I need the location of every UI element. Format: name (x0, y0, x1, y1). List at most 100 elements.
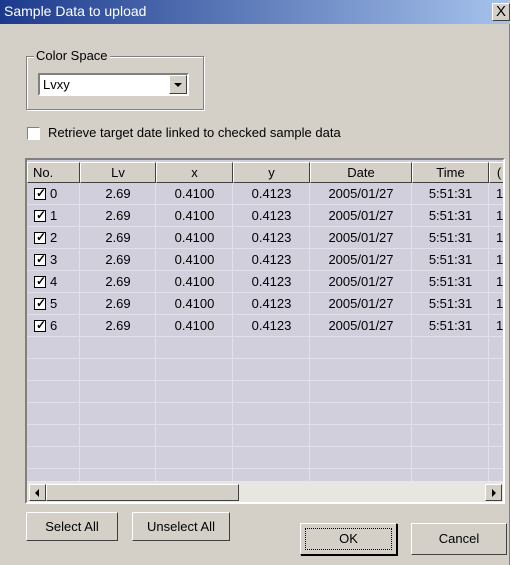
cell-no: 2 (50, 230, 58, 245)
check-icon: ✓ (36, 296, 47, 310)
cell-date: 2005/01/27 (328, 318, 394, 333)
cell-extra: 1 (496, 252, 504, 267)
grid-line (27, 336, 503, 337)
cell-date: 2005/01/27 (328, 274, 394, 289)
horizontal-scrollbar[interactable] (27, 481, 503, 502)
cell-no: 6 (50, 318, 58, 333)
grid-line (27, 248, 503, 249)
grid-line (27, 402, 503, 403)
cell-lv: 2.69 (105, 318, 131, 333)
cell-y: 0.4123 (251, 318, 292, 333)
close-button[interactable]: X (492, 3, 510, 21)
cell-y: 0.4123 (251, 274, 292, 289)
cell-y: 0.4123 (251, 208, 292, 223)
chevron-down-icon (174, 83, 182, 87)
title-bar[interactable]: Sample Data to upload (0, 0, 510, 24)
cell-y: 0.4123 (251, 230, 292, 245)
cell-date: 2005/01/27 (328, 296, 394, 311)
cell-x: 0.4100 (174, 318, 215, 333)
unselect-all-button[interactable]: Unselect All (132, 512, 230, 541)
cell-time: 5:51:31 (428, 230, 473, 245)
cell-y: 0.4123 (251, 252, 292, 267)
cell-extra: 1 (496, 318, 504, 333)
cell-x: 0.4100 (174, 230, 215, 245)
focus-rectangle (305, 528, 392, 550)
grid-line (27, 226, 503, 227)
ok-button[interactable]: OK (300, 523, 397, 555)
scrollbar-thumb[interactable] (46, 484, 239, 501)
row-checkbox[interactable]: ✓ (34, 230, 47, 244)
cell-time: 5:51:31 (428, 318, 473, 333)
cell-date: 2005/01/27 (328, 230, 394, 245)
cell-no: 0 (50, 186, 58, 201)
dropdown-arrow-button[interactable] (169, 75, 187, 94)
scroll-left-button[interactable] (29, 484, 46, 501)
cell-extra: 1 (496, 230, 504, 245)
column-header[interactable]: No. (27, 162, 80, 183)
cell-x: 0.4100 (174, 186, 215, 201)
window-title: Sample Data to upload (4, 3, 147, 19)
arrow-left-icon (35, 489, 39, 497)
cell-extra: 1 (496, 296, 504, 311)
color-space-selected-value: Lvxy (43, 77, 70, 92)
grid-line (27, 424, 503, 425)
cell-lv: 2.69 (105, 252, 131, 267)
row-checkbox[interactable]: ✓ (34, 296, 47, 310)
cell-lv: 2.69 (105, 186, 131, 201)
column-header[interactable]: Lv (80, 162, 156, 183)
check-icon: ✓ (36, 186, 47, 200)
column-header[interactable]: y (233, 162, 310, 183)
column-header[interactable]: ( (489, 162, 503, 183)
check-icon: ✓ (36, 208, 47, 222)
row-checkbox[interactable]: ✓ (34, 274, 47, 288)
row-checkbox[interactable]: ✓ (34, 252, 47, 266)
cell-y: 0.4123 (251, 186, 292, 201)
grid-line (27, 446, 503, 447)
cell-x: 0.4100 (174, 296, 215, 311)
arrow-right-icon (492, 489, 496, 497)
cell-time: 5:51:31 (428, 252, 473, 267)
cell-date: 2005/01/27 (328, 252, 394, 267)
retrieve-target-date-checkbox[interactable] (27, 127, 40, 140)
row-checkbox[interactable]: ✓ (34, 208, 47, 222)
cell-y: 0.4123 (251, 296, 292, 311)
row-checkbox[interactable]: ✓ (34, 186, 47, 200)
cell-time: 5:51:31 (428, 186, 473, 201)
row-checkbox[interactable]: ✓ (34, 318, 47, 332)
column-header[interactable]: Time (412, 162, 489, 183)
cell-x: 0.4100 (174, 252, 215, 267)
cell-time: 5:51:31 (428, 208, 473, 223)
cell-date: 2005/01/27 (328, 208, 394, 223)
select-all-button[interactable]: Select All (26, 512, 118, 541)
color-space-dropdown[interactable]: Lvxy (38, 73, 189, 96)
cell-time: 5:51:31 (428, 274, 473, 289)
check-icon: ✓ (36, 318, 47, 332)
grid-line (27, 380, 503, 381)
column-header[interactable]: x (156, 162, 233, 183)
cell-date: 2005/01/27 (328, 186, 394, 201)
cell-x: 0.4100 (174, 274, 215, 289)
cell-no: 5 (50, 296, 58, 311)
cell-lv: 2.69 (105, 296, 131, 311)
grid-line (27, 468, 503, 469)
cell-x: 0.4100 (174, 208, 215, 223)
sample-data-list[interactable]: No. Lv x y Date Time( ✓ 0 2.69 0.4100 0.4123 2005/… (25, 158, 505, 504)
dialog-window: Sample Data to upload X Color Space Lvxy… (0, 0, 510, 565)
grid-line (27, 314, 503, 315)
cell-extra: 1 (496, 208, 504, 223)
cell-extra: 1 (496, 274, 504, 289)
cell-extra: 1 (496, 186, 504, 201)
scroll-right-button[interactable] (485, 484, 502, 501)
check-icon: ✓ (36, 230, 47, 244)
cell-time: 5:51:31 (428, 296, 473, 311)
column-header[interactable]: Date (310, 162, 412, 183)
check-icon: ✓ (36, 274, 47, 288)
cell-no: 4 (50, 274, 58, 289)
retrieve-target-date-label[interactable]: Retrieve target date linked to checked s… (48, 125, 341, 140)
cell-lv: 2.69 (105, 208, 131, 223)
grid-line (27, 270, 503, 271)
check-icon: ✓ (36, 252, 47, 266)
cancel-button[interactable]: Cancel (411, 523, 507, 555)
grid-line (27, 292, 503, 293)
grid-line (27, 204, 503, 205)
